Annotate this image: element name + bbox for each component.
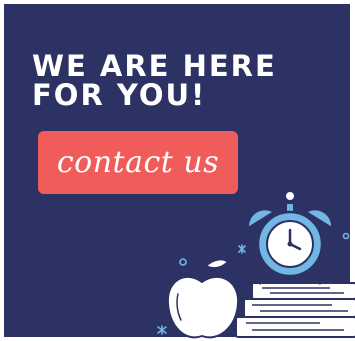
contact-us-button[interactable]: contact us: [38, 131, 238, 194]
headline: WE ARE HERE FOR YOU!: [32, 49, 277, 112]
contact-us-label: contact us: [56, 144, 220, 180]
